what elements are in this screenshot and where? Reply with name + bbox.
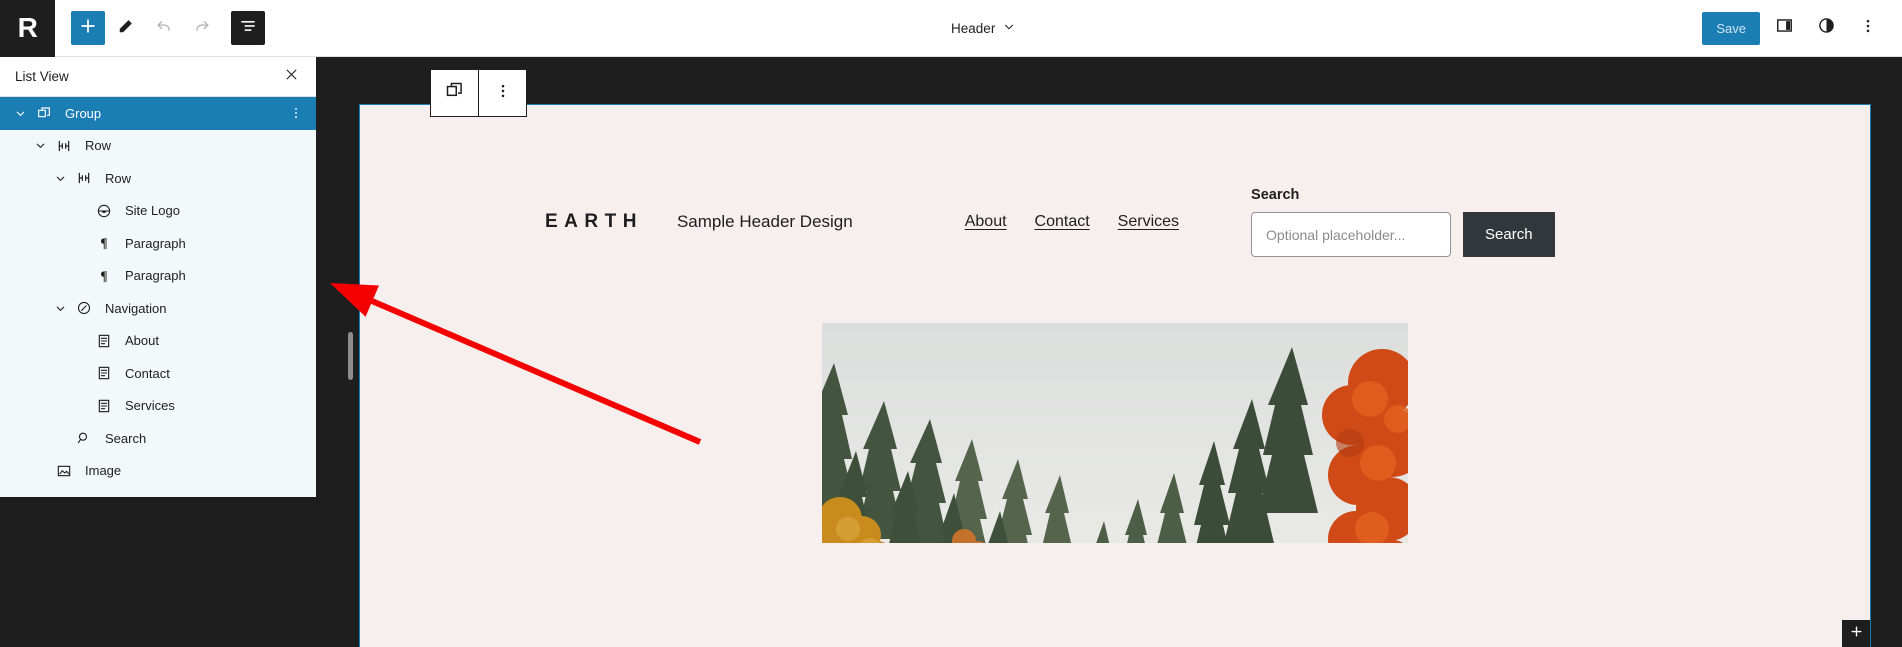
list-view-item-about[interactable]: About bbox=[0, 325, 316, 358]
list-view-item-image[interactable]: Image bbox=[0, 455, 316, 488]
list-view-tree: Group Row Row Site Logo ¶ Paragraph ¶ Paragraph… bbox=[0, 97, 316, 487]
plus-icon bbox=[78, 16, 98, 41]
editor-options-button[interactable] bbox=[1850, 10, 1886, 46]
document-title: Header bbox=[951, 20, 996, 36]
list-view-button[interactable] bbox=[231, 11, 265, 45]
list-view-item-services[interactable]: Services bbox=[0, 390, 316, 423]
tagline-paragraph[interactable]: Sample Header Design bbox=[677, 212, 853, 232]
list-view-item-label: Site Logo bbox=[125, 203, 180, 219]
site-header-row: EARTH Sample Header Design About Contact… bbox=[360, 105, 1870, 257]
contrast-styles-icon bbox=[1817, 16, 1836, 40]
image-icon bbox=[52, 459, 76, 483]
redo-icon bbox=[192, 16, 212, 41]
toolbar-right-group: Save bbox=[1702, 10, 1902, 46]
undo-icon bbox=[154, 16, 174, 41]
row-icon bbox=[52, 134, 76, 158]
save-button[interactable]: Save bbox=[1702, 11, 1760, 45]
list-view-item-group[interactable]: Group bbox=[0, 97, 316, 130]
list-view-item-label: Search bbox=[105, 430, 147, 446]
close-icon bbox=[284, 67, 299, 87]
list-view-item-label: Paragraph bbox=[125, 268, 186, 284]
list-view-panel: List View Group Row Row Site Logo ¶ Paragraph… bbox=[0, 57, 316, 497]
list-view-title: List View bbox=[15, 69, 69, 84]
block-options-button[interactable] bbox=[479, 70, 526, 116]
add-block-button[interactable] bbox=[71, 11, 105, 45]
search-input[interactable] bbox=[1251, 212, 1452, 257]
list-view-header: List View bbox=[0, 57, 316, 97]
svg-text:¶: ¶ bbox=[100, 236, 107, 251]
page-icon bbox=[92, 361, 116, 385]
page-icon bbox=[92, 329, 116, 353]
list-view-item-options-button[interactable] bbox=[286, 101, 306, 125]
block-toolbar bbox=[430, 69, 527, 117]
list-view-item-label: Services bbox=[125, 398, 175, 414]
image-block[interactable] bbox=[822, 323, 1408, 543]
list-view-item-label: Group bbox=[65, 105, 102, 121]
list-view-item-label: Contact bbox=[125, 365, 170, 381]
editor-canvas-area: EARTH Sample Header Design About Contact… bbox=[316, 57, 1902, 647]
list-view-item-search[interactable]: Search bbox=[0, 422, 316, 455]
list-view-item-paragraph[interactable]: ¶ Paragraph bbox=[0, 260, 316, 293]
paragraph-icon: ¶ bbox=[92, 231, 116, 255]
list-view-item-contact[interactable]: Contact bbox=[0, 357, 316, 390]
list-view-item-paragraph[interactable]: ¶ Paragraph bbox=[0, 227, 316, 260]
editor-toolbar: R Header Save bbox=[0, 0, 1902, 57]
list-view-item-site-logo[interactable]: Site Logo bbox=[0, 195, 316, 228]
block-type-button[interactable] bbox=[431, 70, 478, 116]
toolbar-left-group bbox=[55, 11, 265, 45]
list-view-item-label: Navigation bbox=[105, 300, 167, 316]
plus-icon bbox=[1849, 624, 1864, 644]
chevron-down-icon bbox=[1002, 20, 1016, 37]
list-view-item-label: Row bbox=[85, 138, 112, 154]
list-view-item-label: Image bbox=[85, 463, 122, 479]
list-view-item-navigation[interactable]: Navigation bbox=[0, 292, 316, 325]
styles-button[interactable] bbox=[1808, 10, 1844, 46]
nav-link-about[interactable]: About bbox=[965, 213, 1007, 231]
paragraph-icon: ¶ bbox=[92, 264, 116, 288]
autumn-forest-photo bbox=[822, 323, 1408, 543]
site-editor-app: R Header Save EARTH Sample Header Design… bbox=[0, 0, 1902, 647]
block-appender-button[interactable] bbox=[1842, 620, 1870, 647]
search-row: Search bbox=[1251, 212, 1555, 257]
group-icon bbox=[444, 80, 465, 106]
edit-tool-button[interactable] bbox=[109, 11, 143, 45]
search-block: Search Search bbox=[1251, 187, 1555, 257]
row-icon bbox=[72, 166, 96, 190]
site-logo-block[interactable]: EARTH bbox=[545, 211, 643, 233]
undo-button[interactable] bbox=[147, 11, 181, 45]
document-title-button[interactable]: Header bbox=[265, 20, 1702, 37]
navigation-block: About Contact Services bbox=[965, 213, 1179, 231]
redo-button[interactable] bbox=[185, 11, 219, 45]
chevron-down-icon[interactable] bbox=[48, 296, 72, 320]
list-view-item-label: About bbox=[125, 333, 159, 349]
site-hub-letter: R bbox=[17, 12, 38, 43]
chevron-down-icon[interactable] bbox=[48, 166, 72, 190]
list-view-item-row[interactable]: Row bbox=[0, 130, 316, 163]
search-submit-button[interactable]: Search bbox=[1463, 212, 1555, 257]
page-icon bbox=[92, 394, 116, 418]
navigation-icon bbox=[72, 296, 96, 320]
pencil-icon bbox=[116, 16, 136, 41]
chevron-down-icon[interactable] bbox=[8, 101, 32, 125]
settings-sidebar-button[interactable] bbox=[1766, 10, 1802, 46]
chevron-down-icon[interactable] bbox=[28, 134, 52, 158]
selected-group-block[interactable]: EARTH Sample Header Design About Contact… bbox=[359, 104, 1871, 647]
close-list-view-button[interactable] bbox=[278, 64, 304, 90]
nav-link-contact[interactable]: Contact bbox=[1035, 213, 1090, 231]
nav-link-services[interactable]: Services bbox=[1118, 213, 1179, 231]
svg-text:¶: ¶ bbox=[100, 268, 107, 283]
list-view-item-label: Paragraph bbox=[125, 235, 186, 251]
list-view-icon bbox=[238, 16, 258, 41]
list-view-item-label: Row bbox=[105, 170, 132, 186]
canvas-resize-handle[interactable] bbox=[348, 332, 353, 380]
group-icon bbox=[32, 101, 56, 125]
more-vertical-icon bbox=[494, 82, 512, 105]
search-label: Search bbox=[1251, 187, 1300, 203]
site-logo-icon bbox=[92, 199, 116, 223]
list-view-item-row[interactable]: Row bbox=[0, 162, 316, 195]
search-icon bbox=[72, 426, 96, 450]
more-vertical-icon bbox=[1859, 17, 1877, 40]
site-hub-button[interactable]: R bbox=[0, 0, 55, 57]
sidebar-toggle-icon bbox=[1775, 16, 1794, 40]
